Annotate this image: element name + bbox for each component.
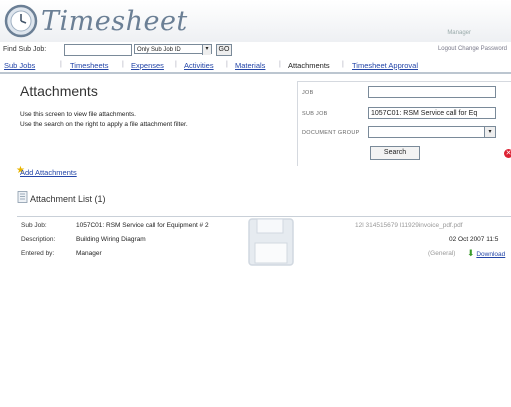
document-icon: [17, 191, 28, 203]
download-action[interactable]: ⬇ Download: [467, 248, 505, 259]
job-label: JOB: [302, 90, 314, 96]
subjob-field-label: Sub Job:: [21, 222, 47, 229]
nav-separator: |: [279, 61, 281, 68]
app-header: Timesheet Manager: [0, 0, 511, 42]
nav-separator: |: [175, 61, 177, 68]
search-filter-select[interactable]: Only Sub Job ID ▾: [134, 44, 212, 55]
download-icon: ⬇: [467, 248, 475, 258]
document-group-label: DOCUMENT GROUP: [302, 130, 360, 136]
search-filter-value: Only Sub Job ID: [137, 47, 181, 53]
description-field-label: Description:: [21, 236, 56, 243]
attachment-date: 02 Oct 2007 11:5: [449, 236, 499, 243]
clear-filter-icon[interactable]: ✕: [504, 149, 511, 158]
search-label: Find Sub Job:: [3, 46, 47, 53]
nav-separator: |: [60, 61, 62, 68]
nav-separator: |: [122, 61, 124, 68]
subjob-input[interactable]: 1057C01: RSM Service call for Eq: [368, 107, 496, 119]
tab-timesheets[interactable]: Timesheets: [70, 61, 109, 70]
chevron-down-icon: ▾: [202, 45, 211, 55]
tab-attachments[interactable]: Attachments: [288, 61, 330, 70]
attachment-filter-panel: JOB SUB JOB 1057C01: RSM Service call fo…: [297, 81, 511, 166]
entered-by-value: Manager: [76, 250, 102, 257]
tab-activities[interactable]: Activities: [184, 61, 214, 70]
nav-separator: |: [342, 61, 344, 68]
go-button[interactable]: GO: [216, 44, 232, 56]
app-logo-title: Timesheet: [41, 6, 188, 37]
subjob-search-bar: Find Sub Job: Only Sub Job ID ▾ GO Logou…: [0, 44, 511, 57]
main-nav: Sub Jobs | Timesheets | Expenses | Activ…: [0, 59, 511, 74]
document-group-select[interactable]: ▾: [368, 126, 496, 138]
page-description: Use this screen to view file attachments…: [20, 111, 136, 118]
tab-timesheet-approval[interactable]: Timesheet Approval: [352, 61, 418, 70]
nav-separator: |: [226, 61, 228, 68]
subjob-label: SUB JOB: [302, 111, 328, 117]
attachment-record: Sub Job: 1057C01: RSM Service call for E…: [17, 216, 511, 267]
page-title: Attachments: [20, 83, 98, 99]
job-input[interactable]: [368, 86, 496, 98]
tab-materials[interactable]: Materials: [235, 61, 265, 70]
attachment-list-title: Attachment List (1): [30, 194, 106, 204]
subjob-value: 1057C01: RSM Service call for Equipment …: [76, 222, 209, 229]
tab-sub-jobs[interactable]: Sub Jobs: [4, 61, 35, 70]
description-value: Building Wiring Diagram: [76, 236, 146, 243]
page-description-filter: Use the search on the right to apply a f…: [20, 121, 188, 128]
logout-change-password-links[interactable]: Logout Change Password: [438, 46, 507, 52]
subjob-search-input[interactable]: [64, 44, 132, 56]
clock-icon: [4, 4, 38, 38]
entered-by-field-label: Entered by:: [21, 250, 55, 257]
add-attachments-link[interactable]: Add Attachments: [20, 168, 77, 177]
tab-expenses[interactable]: Expenses: [131, 61, 164, 70]
attachment-filename[interactable]: 12l 314515679 l11929invoice_pdf.pdf: [355, 222, 463, 229]
search-button[interactable]: Search: [370, 146, 420, 160]
chevron-down-icon: ▾: [484, 127, 495, 137]
download-link[interactable]: Download: [476, 251, 505, 258]
current-user: Manager: [447, 30, 471, 36]
document-group-tag: (General): [428, 250, 456, 257]
floppy-disk-icon: [248, 218, 294, 266]
